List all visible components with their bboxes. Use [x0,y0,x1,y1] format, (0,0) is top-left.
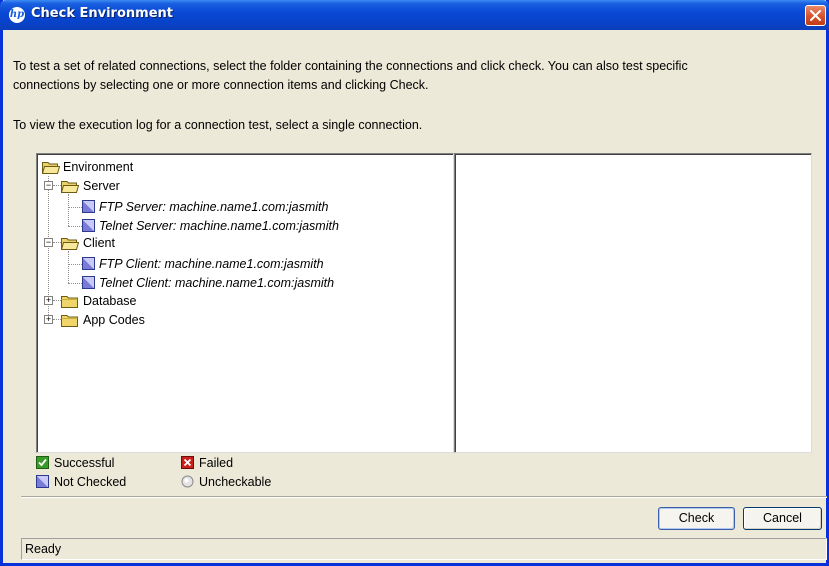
legend-uncheckable: Uncheckable [181,474,321,490]
collapse-toggle[interactable]: − [44,238,53,247]
collapse-toggle[interactable]: − [44,181,53,190]
status-bar: Ready [21,538,827,560]
expand-toggle[interactable]: + [44,315,53,324]
close-icon [810,10,821,21]
legend-failed: Failed [181,455,301,471]
tree-connector [53,319,61,320]
folder-closed-icon [61,315,78,327]
tree-connector [68,264,82,265]
tree-node-environment[interactable]: Environment [42,158,342,176]
divider [21,496,827,498]
legend-not-checked: Not Checked [36,474,166,490]
tree-node-ftp-client[interactable]: FTP Client: machine.name1.com:jasmith [82,255,442,273]
environment-tree[interactable]: Environment − Server FTP Server: machine… [37,154,453,452]
environment-tree-pane[interactable]: Environment − Server FTP Server: machine… [36,153,454,453]
legend-label: Failed [199,456,234,470]
tree-node-label: Environment [63,160,134,174]
tree-node-label: App Codes [83,313,145,327]
tree-node-server[interactable]: Server [61,177,361,195]
check-icon [36,456,49,469]
legend-label: Not Checked [54,475,127,489]
check-environment-dialog: hp Check Environment To test a set of re… [0,0,829,566]
tree-node-app-codes[interactable]: App Codes [61,311,361,329]
window-title: Check Environment [31,6,173,21]
tree-connector [68,251,69,283]
x-icon [181,456,194,469]
tree-node-ftp-server[interactable]: FTP Server: machine.name1.com:jasmith [82,198,442,216]
check-button[interactable]: Check [658,507,735,530]
title-bar[interactable]: hp Check Environment [0,0,829,30]
tree-node-label: FTP Server: machine.name1.com:jasmith [99,200,329,214]
folder-open-icon [61,238,79,250]
instructions-line-3: To view the execution log for a connecti… [13,118,423,132]
tree-connector [68,207,82,208]
tree-connector [68,226,82,227]
close-button[interactable] [805,5,826,26]
tree-node-database[interactable]: Database [61,292,361,310]
tree-node-client[interactable]: Client [61,234,361,252]
status-text: Ready [25,542,62,556]
folder-open-icon [42,162,60,174]
instructions-line-1: To test a set of related connections, se… [13,59,688,73]
not-checked-icon [82,200,95,213]
instructions-line-2: connections by selecting one or more con… [13,78,429,92]
expand-toggle[interactable]: + [44,296,53,305]
legend-label: Successful [54,456,115,470]
legend-successful: Successful [36,455,166,471]
circle-icon [181,475,194,488]
tree-connector [53,300,61,301]
tree-connector [68,194,69,226]
folder-open-icon [61,181,79,193]
execution-log-pane[interactable] [454,153,812,453]
tree-node-telnet-server[interactable]: Telnet Server: machine.name1.com:jasmith [82,217,442,235]
tree-node-label: Database [83,294,137,308]
tree-connector [53,242,61,243]
not-checked-icon [82,219,95,232]
hp-logo-icon: hp [9,7,25,23]
tree-node-label: Telnet Client: machine.name1.com:jasmith [99,276,335,290]
tree-node-label: Server [83,179,120,193]
tree-node-label: Client [83,236,115,250]
not-checked-icon [82,257,95,270]
tree-node-telnet-client[interactable]: Telnet Client: machine.name1.com:jasmith [82,274,442,292]
cancel-button[interactable]: Cancel [743,507,822,530]
tree-connector [68,283,82,284]
tree-connector [53,185,61,186]
legend-label: Uncheckable [199,475,272,489]
tree-node-label: Telnet Server: machine.name1.com:jasmith [99,219,339,233]
tree-node-label: FTP Client: machine.name1.com:jasmith [99,257,324,271]
not-checked-icon [36,475,49,488]
not-checked-icon [82,276,95,289]
folder-closed-icon [61,296,78,308]
